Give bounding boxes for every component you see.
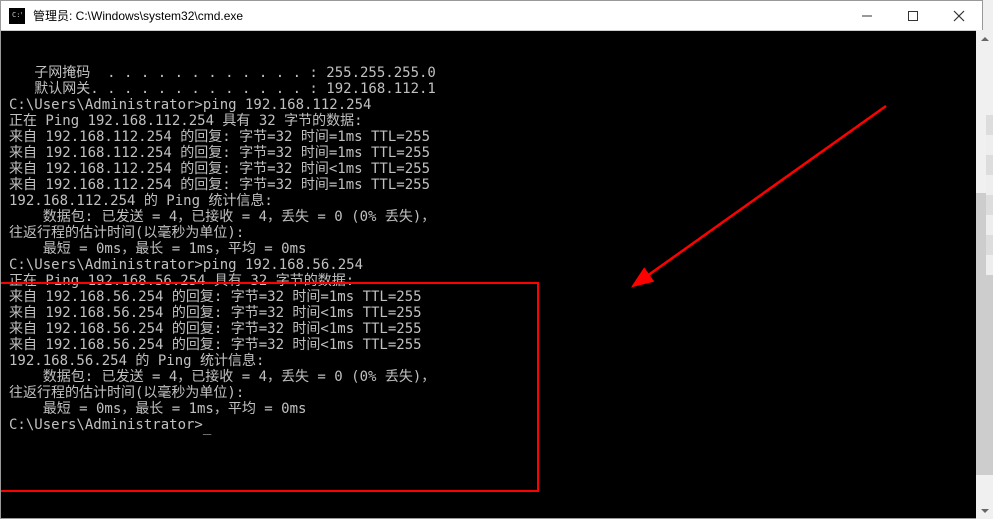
titlebar[interactable]: C:\. 管理员: C:\Windows\system32\cmd.exe <box>1 1 982 31</box>
terminal-line: C:\Users\Administrator>_ <box>9 417 974 433</box>
terminal-line: C:\Users\Administrator>ping 192.168.112.… <box>9 97 974 113</box>
close-icon <box>953 10 965 22</box>
scroll-down-button[interactable] <box>976 502 993 519</box>
terminal-line: 最短 = 0ms，最长 = 1ms，平均 = 0ms <box>9 241 974 257</box>
terminal-line: 来自 192.168.56.254 的回复: 字节=32 时间<1ms TTL=… <box>9 321 974 337</box>
terminal-line: 来自 192.168.56.254 的回复: 字节=32 时间=1ms TTL=… <box>9 289 974 305</box>
terminal-line: 来自 192.168.112.254 的回复: 字节=32 时间=1ms TTL… <box>9 177 974 193</box>
terminal-line: 正在 Ping 192.168.112.254 具有 32 字节的数据: <box>9 113 974 129</box>
terminal-line: 来自 192.168.56.254 的回复: 字节=32 时间<1ms TTL=… <box>9 337 974 353</box>
terminal-line: 192.168.112.254 的 Ping 统计信息: <box>9 193 974 209</box>
terminal-line: 来自 192.168.56.254 的回复: 字节=32 时间<1ms TTL=… <box>9 305 974 321</box>
terminal-line: 数据包: 已发送 = 4，已接收 = 4，丢失 = 0 (0% 丢失)， <box>9 209 974 225</box>
maximize-icon <box>908 11 918 21</box>
terminal-line: 子网掩码 . . . . . . . . . . . . : 255.255.2… <box>9 65 974 81</box>
cmd-window: C:\. 管理员: C:\Windows\system32\cmd.exe 子网… <box>0 0 983 519</box>
cursor: _ <box>203 419 211 433</box>
terminal-line: 默认网关. . . . . . . . . . . . . : 192.168.… <box>9 81 974 97</box>
terminal-line: 数据包: 已发送 = 4，已接收 = 4，丢失 = 0 (0% 丢失)， <box>9 369 974 385</box>
minimize-icon <box>862 11 872 21</box>
terminal-line: 来自 192.168.112.254 的回复: 字节=32 时间<1ms TTL… <box>9 161 974 177</box>
chevron-down-icon <box>981 509 989 513</box>
terminal-line: 往返行程的估计时间(以毫秒为单位): <box>9 225 974 241</box>
window-title: 管理员: C:\Windows\system32\cmd.exe <box>33 7 844 24</box>
cmd-icon-text: C:\. <box>12 12 22 20</box>
terminal-text: 子网掩码 . . . . . . . . . . . . : 255.255.2… <box>9 65 974 433</box>
maximize-button[interactable] <box>890 1 936 30</box>
terminal-line: 往返行程的估计时间(以毫秒为单位): <box>9 385 974 401</box>
terminal-line: 来自 192.168.112.254 的回复: 字节=32 时间=1ms TTL… <box>9 145 974 161</box>
minimize-button[interactable] <box>844 1 890 30</box>
side-decoration <box>986 115 993 275</box>
close-button[interactable] <box>936 1 982 30</box>
terminal-line: 来自 192.168.112.254 的回复: 字节=32 时间=1ms TTL… <box>9 129 974 145</box>
terminal-line: C:\Users\Administrator>ping 192.168.56.2… <box>9 257 974 273</box>
chevron-up-icon <box>981 37 989 41</box>
terminal-output[interactable]: 子网掩码 . . . . . . . . . . . . : 255.255.2… <box>1 31 982 518</box>
terminal-line: 192.168.56.254 的 Ping 统计信息: <box>9 353 974 369</box>
scroll-up-button[interactable] <box>976 30 993 47</box>
terminal-line: 最短 = 0ms，最长 = 1ms，平均 = 0ms <box>9 401 974 417</box>
window-controls <box>844 1 982 30</box>
cmd-icon: C:\. <box>9 8 25 24</box>
terminal-line: 正在 Ping 192.168.56.254 具有 32 字节的数据: <box>9 273 974 289</box>
